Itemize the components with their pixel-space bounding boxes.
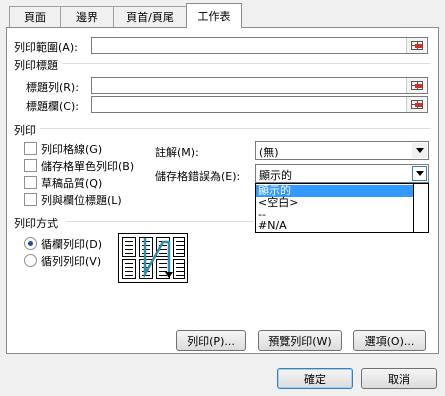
comments-value: (無) [259, 146, 279, 159]
tab-header-footer[interactable]: 頁首/頁尾 [113, 6, 187, 27]
tab-margins[interactable]: 邊界 [60, 6, 114, 27]
print-area-label: 列印範圍(A): [14, 41, 78, 54]
title-rows-label: 標題列(R): [26, 81, 79, 94]
print-button[interactable]: 列印(P)... [176, 330, 246, 351]
range-arrow-icon [415, 103, 422, 107]
range-arrow-icon [415, 44, 422, 48]
print-button-label: 列印(P)... [187, 334, 235, 348]
print-preview-button-label: 預覽列印(W) [268, 334, 332, 348]
title-rows-collapse-button[interactable] [406, 78, 426, 93]
down-then-over-label: 循欄列印(D) [41, 238, 103, 251]
print-preview-button[interactable]: 預覽列印(W) [258, 330, 342, 351]
cell-errors-option[interactable]: <空白> [256, 197, 413, 209]
title-cols-label: 標題欄(C): [26, 100, 79, 113]
over-then-down-radio[interactable] [24, 254, 37, 267]
draft-quality-label: 草稿品質(Q) [41, 177, 103, 190]
cell-errors-options-list[interactable]: 顯示的 <空白> -- #N/A [255, 183, 429, 233]
gridlines-label: 列印格線(G) [41, 143, 103, 156]
cell-errors-label: 儲存格錯誤為(E): [155, 170, 241, 183]
page-order-separator [66, 221, 254, 222]
cell-errors-option[interactable]: #N/A [256, 220, 413, 232]
options-button[interactable]: 選項(O)... [353, 330, 426, 351]
black-white-checkbox[interactable] [24, 159, 37, 172]
down-then-over-radio[interactable] [24, 237, 37, 250]
title-cols-input[interactable] [91, 96, 428, 113]
tab-header-footer-label: 頁首/頁尾 [126, 11, 174, 24]
chevron-down-icon [415, 171, 424, 176]
ok-button[interactable]: 確定 [277, 368, 353, 389]
cancel-button[interactable]: 取消 [361, 368, 437, 389]
options-button-label: 選項(O)... [364, 334, 415, 348]
comments-dropdown-button[interactable] [412, 143, 427, 158]
title-cols-collapse-button[interactable] [406, 97, 426, 112]
title-rows-input[interactable] [91, 77, 428, 94]
print-area-input[interactable] [91, 37, 428, 54]
comments-label: 註解(M): [155, 146, 199, 159]
draft-quality-checkbox[interactable] [24, 176, 37, 189]
page-order-heading: 列印方式 [14, 217, 58, 230]
cell-errors-dropdown-button[interactable] [412, 166, 427, 181]
tab-sheet[interactable]: 工作表 [186, 3, 242, 28]
cancel-button-label: 取消 [388, 372, 410, 386]
over-then-down-label: 循列列印(V) [41, 255, 102, 268]
print-titles-heading: 列印標題 [14, 59, 58, 72]
options-scrollbar[interactable] [413, 184, 428, 232]
print-heading: 列印 [14, 124, 36, 137]
comments-select[interactable]: (無) [255, 141, 429, 160]
print-area-collapse-button[interactable] [406, 38, 426, 53]
tab-sheet-label: 工作表 [197, 10, 231, 23]
tab-page[interactable]: 頁面 [9, 6, 61, 27]
page-order-arrow-icon [143, 238, 173, 279]
row-col-headings-checkbox[interactable] [24, 193, 37, 206]
cell-errors-value: 顯示的 [259, 169, 292, 182]
range-arrow-icon [415, 84, 422, 88]
gridlines-checkbox[interactable] [24, 142, 37, 155]
print-titles-separator [62, 63, 430, 64]
print-separator [40, 128, 430, 129]
black-white-label: 儲存格單色列印(B) [41, 160, 135, 173]
tab-page-label: 頁面 [24, 11, 46, 24]
cell-errors-select[interactable]: 顯示的 [255, 164, 429, 183]
tab-margins-label: 邊界 [76, 11, 98, 24]
page-order-preview [118, 233, 188, 283]
ok-button-label: 確定 [304, 372, 326, 386]
row-col-headings-label: 列與欄位標題(L) [41, 194, 122, 207]
chevron-down-icon [415, 148, 424, 153]
